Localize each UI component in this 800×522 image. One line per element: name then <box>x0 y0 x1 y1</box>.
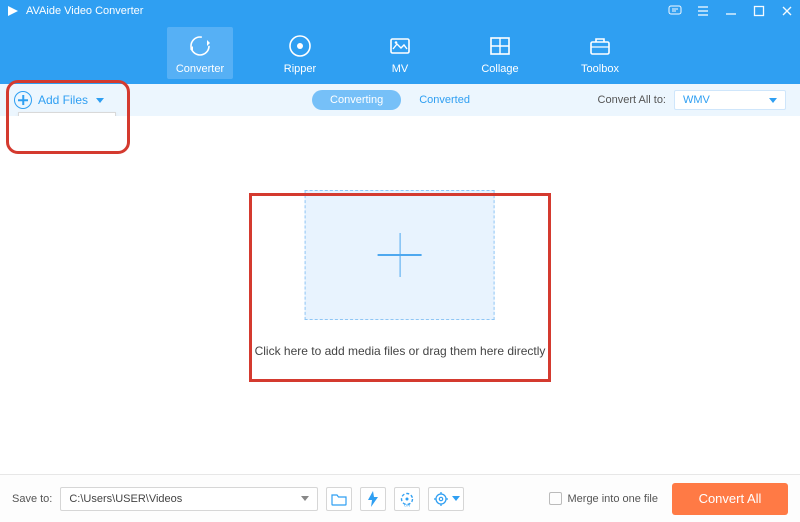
media-dropzone[interactable] <box>305 190 495 320</box>
save-path-select[interactable]: C:\Users\USER\Videos <box>60 487 318 511</box>
settings-button[interactable] <box>428 487 464 511</box>
toolbar: Add Files Converting Converted Convert A… <box>0 84 800 116</box>
nav-toolbox[interactable]: Toolbox <box>567 27 633 79</box>
collage-icon <box>487 33 513 59</box>
chevron-down-icon <box>769 98 777 103</box>
toolbox-icon <box>587 33 613 59</box>
feedback-icon[interactable] <box>668 4 682 18</box>
ripper-icon <box>287 33 313 59</box>
svg-text:ON: ON <box>404 502 410 507</box>
tab-converted[interactable]: Converted <box>401 90 488 110</box>
nav-label: Converter <box>176 63 224 75</box>
convert-all-button[interactable]: Convert All <box>672 483 788 515</box>
browse-folder-button[interactable] <box>326 487 352 511</box>
merge-label: Merge into one file <box>568 493 659 505</box>
convert-all-to-label: Convert All to: <box>598 94 666 106</box>
nav-label: Collage <box>481 63 518 75</box>
chevron-down-icon <box>452 496 460 501</box>
chevron-down-icon <box>301 496 309 501</box>
nav-collage[interactable]: Collage <box>467 27 533 79</box>
minimize-icon[interactable] <box>724 4 738 18</box>
add-files-label: Add Files <box>38 93 88 107</box>
save-to-label: Save to: <box>12 493 52 505</box>
menu-icon[interactable] <box>696 4 710 18</box>
footer: Save to: C:\Users\USER\Videos ON Merge i… <box>0 474 800 522</box>
hardware-accel-button[interactable] <box>360 487 386 511</box>
save-path-value: C:\Users\USER\Videos <box>69 493 182 505</box>
nav-mv[interactable]: MV <box>367 27 433 79</box>
status-tabs: Converting Converted <box>312 90 488 110</box>
app-logo-icon <box>6 4 20 18</box>
app-window: AVAide Video Converter Converter Ripper <box>0 0 800 522</box>
checkbox-icon <box>549 492 562 505</box>
main-area: Click here to add media files or drag th… <box>0 116 800 460</box>
close-icon[interactable] <box>780 4 794 18</box>
title-bar: AVAide Video Converter <box>0 0 800 22</box>
plus-circle-icon <box>14 91 32 109</box>
dropzone-hint: Click here to add media files or drag th… <box>255 344 546 358</box>
maximize-icon[interactable] <box>752 4 766 18</box>
merge-checkbox[interactable]: Merge into one file <box>549 492 659 505</box>
output-format-value: WMV <box>683 94 710 106</box>
nav-label: Toolbox <box>581 63 619 75</box>
add-files-button[interactable]: Add Files <box>14 91 104 109</box>
converter-icon <box>187 33 213 59</box>
nav-ripper[interactable]: Ripper <box>267 27 333 79</box>
output-format-select[interactable]: WMV <box>674 90 786 110</box>
high-speed-button[interactable]: ON <box>394 487 420 511</box>
tab-converting[interactable]: Converting <box>312 90 401 110</box>
nav-label: MV <box>392 63 409 75</box>
app-title: AVAide Video Converter <box>26 5 143 17</box>
mv-icon <box>387 33 413 59</box>
nav-converter[interactable]: Converter <box>167 27 233 79</box>
nav-label: Ripper <box>284 63 316 75</box>
chevron-down-icon <box>96 98 104 103</box>
main-nav: Converter Ripper MV Collage Toolbox <box>0 22 800 84</box>
